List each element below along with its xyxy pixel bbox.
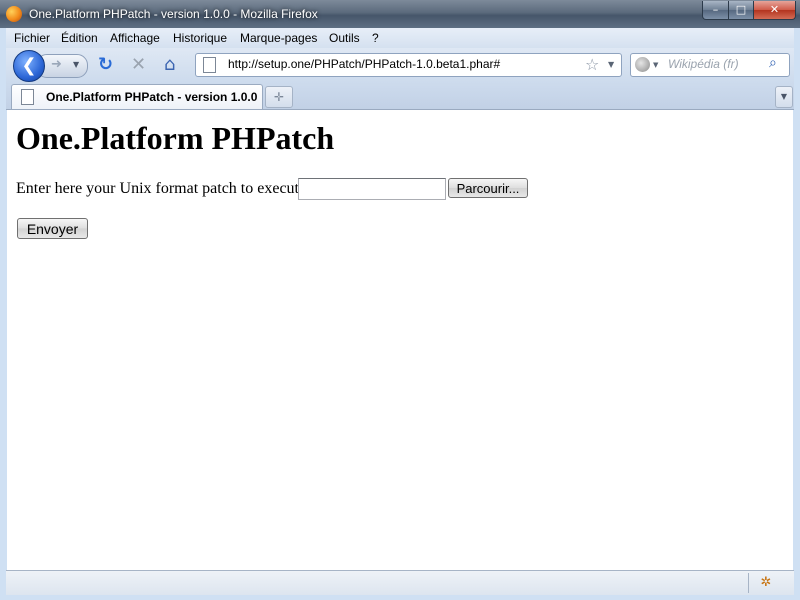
title-bar: One.Platform PHPatch - version 1.0.0 - M…	[0, 0, 800, 28]
address-bar[interactable]: http://setup.one/PHPatch/PHPatch-1.0.bet…	[195, 53, 622, 77]
patch-file-input[interactable]	[298, 178, 446, 200]
maximize-button[interactable]: □	[728, 1, 754, 20]
firebug-icon[interactable]: ✲	[758, 575, 774, 591]
forward-arrow-icon[interactable]: ➜	[51, 57, 62, 72]
tab-phpatch[interactable]: One.Platform PHPatch - version 1.0.0	[11, 84, 263, 109]
close-button[interactable]: ✕	[753, 1, 796, 20]
page-title: One.Platform PHPatch	[16, 120, 335, 156]
menu-historique[interactable]: Historique	[173, 30, 227, 46]
status-bar: ✲	[6, 570, 794, 595]
search-bar[interactable]: ▼ Wikipédia (fr) ⌕	[630, 53, 790, 77]
menu-help[interactable]: ?	[372, 30, 379, 46]
bookmark-star-icon[interactable]: ☆	[585, 55, 599, 74]
back-button[interactable]: ❮	[13, 50, 45, 82]
submit-button[interactable]: Envoyer	[17, 218, 88, 239]
reload-icon[interactable]: ↻	[98, 54, 113, 76]
window-title: One.Platform PHPatch - version 1.0.0 - M…	[29, 7, 318, 21]
home-icon[interactable]: ⌂	[164, 54, 175, 76]
menu-edition[interactable]: Édition	[61, 30, 98, 46]
stop-icon[interactable]: ✕	[131, 54, 146, 76]
search-icon[interactable]: ⌕	[769, 55, 777, 71]
plus-icon: ✛	[273, 90, 285, 104]
page-icon	[203, 57, 216, 73]
menu-affichage[interactable]: Affichage	[110, 30, 160, 46]
url-text[interactable]: http://setup.one/PHPatch/PHPatch-1.0.bet…	[228, 57, 500, 72]
navigation-toolbar: ➜ ▼ ❮ ↻ ✕ ⌂ http://setup.one/PHPatch/PHP…	[6, 48, 794, 82]
browse-button[interactable]: Parcourir...	[448, 178, 528, 198]
chevron-down-icon: ▼	[780, 92, 788, 101]
tab-list-button[interactable]: ▼	[775, 86, 793, 108]
page-content: One.Platform PHPatch Enter here your Uni…	[7, 110, 793, 570]
history-dropdown-icon[interactable]: ▼	[73, 60, 79, 69]
url-dropdown-icon[interactable]: ▼	[608, 60, 614, 69]
search-placeholder[interactable]: Wikipédia (fr)	[668, 57, 739, 72]
browser-window: One.Platform PHPatch - version 1.0.0 - M…	[0, 0, 800, 600]
minimize-button[interactable]: –	[702, 1, 729, 20]
search-engine-dropdown-icon[interactable]: ▼	[653, 61, 658, 69]
menu-bar: Fichier Édition Affichage Historique Mar…	[6, 28, 794, 48]
firefox-logo-icon	[6, 6, 22, 22]
tab-page-icon	[21, 89, 34, 105]
patch-file-label: Enter here your Unix format patch to exe…	[16, 180, 315, 197]
wikipedia-globe-icon[interactable]	[635, 57, 650, 72]
new-tab-button[interactable]: ✛	[265, 86, 293, 108]
tab-bar: One.Platform PHPatch - version 1.0.0 ✛ ▼	[6, 82, 794, 110]
menu-marque-pages[interactable]: Marque-pages	[240, 30, 317, 46]
menu-fichier[interactable]: Fichier	[14, 30, 50, 46]
back-arrow-icon: ❮	[21, 55, 37, 76]
menu-outils[interactable]: Outils	[329, 30, 360, 46]
tab-label: One.Platform PHPatch - version 1.0.0	[46, 90, 258, 104]
status-separator	[748, 573, 749, 593]
